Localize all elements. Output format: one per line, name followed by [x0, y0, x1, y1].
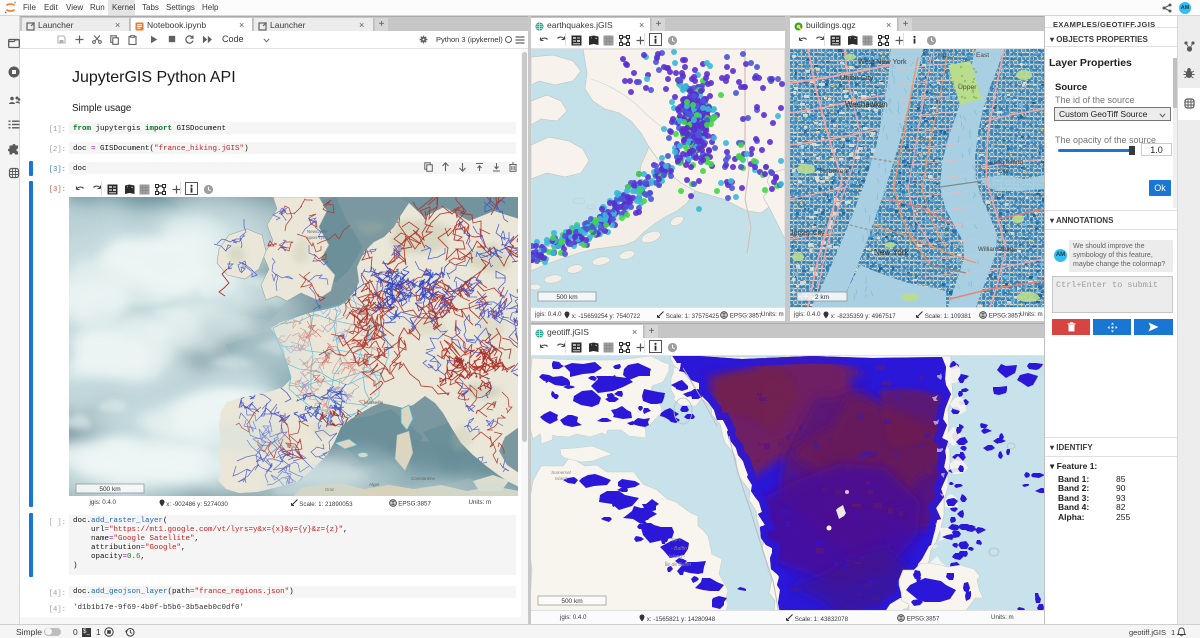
- svg-text:Oran: Oran: [325, 487, 335, 492]
- svg-text:East: East: [976, 52, 989, 59]
- svg-text:Île de Baffin: Île de Baffin: [665, 561, 692, 568]
- svg-text:Weehawken: Weehawken: [845, 100, 888, 109]
- svg-text:“pp”c: “pp”c: [671, 537, 682, 542]
- svg-text:2 km: 2 km: [815, 294, 829, 301]
- svg-text:Upper: Upper: [958, 84, 977, 91]
- svg-text:West New York: West New York: [858, 57, 907, 66]
- svg-text:New York: New York: [874, 248, 909, 257]
- svg-text:Constantine: Constantine: [411, 476, 436, 481]
- svg-text:Up: Up: [938, 52, 947, 59]
- svg-text:upon Tyne: upon Tyne: [307, 235, 328, 240]
- svg-text:Long Island: Long Island: [990, 159, 1023, 166]
- svg-text:Island -: Island -: [669, 554, 686, 560]
- svg-text:Somerset: Somerset: [551, 470, 571, 475]
- svg-text:Marseille: Marseille: [364, 400, 384, 406]
- svg-text:Hoboken: Hoboken: [820, 168, 847, 175]
- svg-text:Hell: Hell: [920, 137, 929, 143]
- svg-text:500 km: 500 km: [556, 294, 577, 301]
- svg-text:Oran: Oran: [287, 444, 298, 449]
- svg-text:Williamsburg: Williamsburg: [978, 246, 1014, 253]
- svg-text:Island: Island: [555, 476, 568, 481]
- svg-text:Newcastle: Newcastle: [307, 229, 328, 234]
- svg-text:500 km: 500 km: [561, 598, 582, 605]
- svg-text:Union City: Union City: [840, 73, 874, 82]
- svg-text:Jersey City: Jersey City: [790, 230, 825, 237]
- svg-text:Alger: Alger: [369, 482, 380, 487]
- svg-text:500 km: 500 km: [99, 486, 120, 493]
- svg-text:City: City: [998, 168, 1010, 175]
- svg-text:- Baffin: - Baffin: [671, 546, 687, 552]
